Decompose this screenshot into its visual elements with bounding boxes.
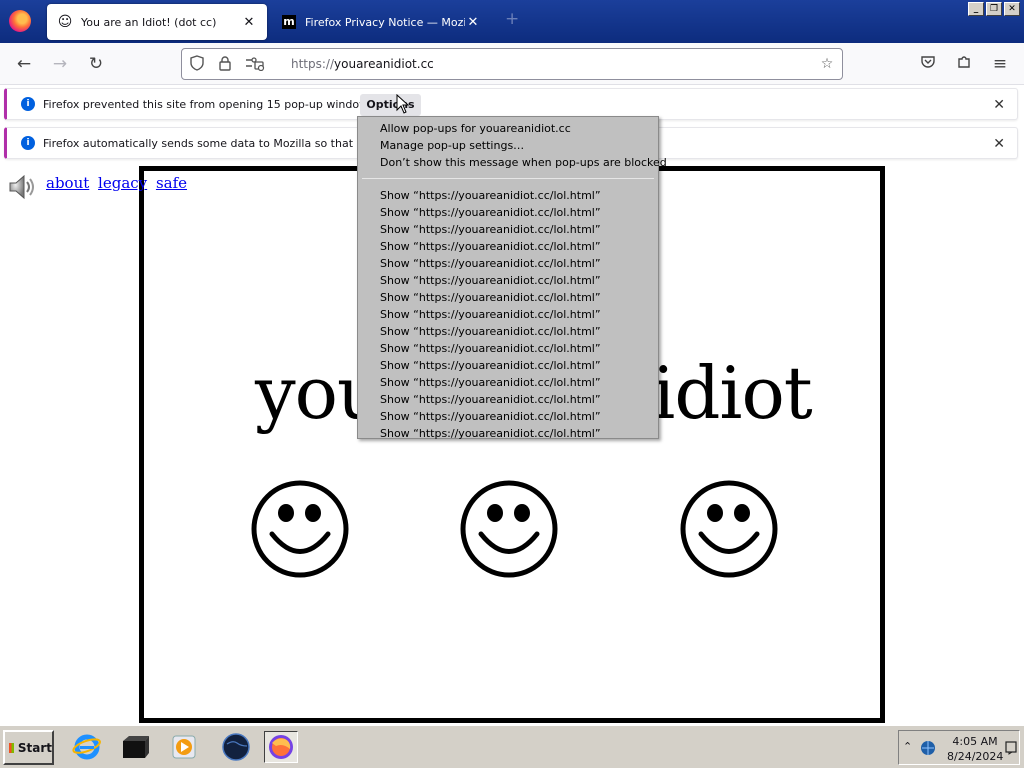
- dont-show-message-item[interactable]: Don’t show this message when pop-ups are…: [358, 154, 667, 171]
- new-tab-button[interactable]: +: [505, 11, 519, 28]
- tab-title: You are an Idiot! (dot cc): [81, 15, 217, 29]
- address-bar[interactable]: https://youareanidiot.cc ☆: [181, 48, 843, 80]
- show-popup-item[interactable]: Show “https://youareanidiot.cc/lol.html”: [358, 187, 658, 204]
- internet-explorer-icon[interactable]: [70, 731, 104, 763]
- show-popup-item[interactable]: Show “https://youareanidiot.cc/lol.html”: [358, 306, 658, 323]
- mozilla-m-icon: m: [282, 15, 296, 29]
- close-window-button[interactable]: ✕: [1004, 2, 1020, 16]
- smiley-face-icon: [251, 480, 349, 578]
- show-popup-item[interactable]: Show “https://youareanidiot.cc/lol.html”: [358, 289, 658, 306]
- clock-time: 4:05 AM: [952, 735, 998, 748]
- options-button[interactable]: Options: [360, 94, 421, 116]
- notification-icon[interactable]: [1005, 741, 1017, 755]
- bookmark-star-icon[interactable]: ☆: [818, 55, 836, 73]
- show-popup-item[interactable]: Show “https://youareanidiot.cc/lol.html”: [358, 391, 658, 408]
- clock[interactable]: 4:05 AM 8/24/2024: [947, 734, 1003, 764]
- network-icon[interactable]: [919, 739, 937, 757]
- safe-link[interactable]: safe: [156, 174, 187, 192]
- show-popup-item[interactable]: Show “https://youareanidiot.cc/lol.html”: [358, 408, 658, 425]
- taskbar: Start ⌃ 4:05 AM 8/24/2024: [0, 725, 1024, 768]
- legacy-link[interactable]: legacy: [98, 174, 147, 192]
- reload-icon[interactable]: ↻: [86, 54, 106, 74]
- popup-options-menu: Allow pop-ups for youareanidiot.cc Manag…: [357, 116, 667, 442]
- about-link[interactable]: about: [46, 174, 89, 192]
- desktop-screen: ☺ You are an Idiot! (dot cc) ✕ m Firefox…: [0, 0, 1024, 768]
- tracking-shield-icon[interactable]: [188, 55, 206, 73]
- show-popup-item[interactable]: Show “https://youareanidiot.cc/lol.html”: [358, 272, 658, 289]
- smiley-face-icon: ☺: [57, 14, 73, 30]
- close-notification-icon[interactable]: ✕: [993, 97, 1005, 113]
- speaker-icon[interactable]: [6, 171, 38, 203]
- show-popup-item[interactable]: Show “https://youareanidiot.cc/lol.html”: [358, 238, 658, 255]
- mouse-cursor-icon: [396, 94, 410, 114]
- manage-popup-settings-item[interactable]: Manage pop-up settings…: [358, 137, 658, 154]
- start-label: Start: [17, 740, 52, 755]
- media-player-icon[interactable]: [167, 731, 201, 763]
- close-notification-icon[interactable]: ✕: [993, 136, 1005, 152]
- firefox-menu-icon[interactable]: [9, 10, 31, 32]
- tab-strip: ☺ You are an Idiot! (dot cc) ✕ m Firefox…: [0, 0, 1024, 43]
- permissions-icon[interactable]: [244, 55, 266, 73]
- show-popup-item[interactable]: Show “https://youareanidiot.cc/lol.html”: [358, 204, 658, 221]
- url-text: https://youareanidiot.cc: [291, 57, 434, 71]
- close-tab-icon[interactable]: ✕: [465, 15, 481, 30]
- lock-icon[interactable]: [216, 55, 234, 73]
- system-tray: ⌃ 4:05 AM 8/24/2024: [898, 730, 1020, 765]
- menu-separator: [362, 178, 654, 179]
- clock-date: 8/24/2024: [947, 750, 1004, 763]
- smiley-face-icon: [460, 480, 558, 578]
- hamburger-menu-icon[interactable]: ≡: [990, 54, 1010, 74]
- allow-popups-item[interactable]: Allow pop-ups for youareanidiot.cc: [358, 120, 658, 137]
- tab-privacy-notice[interactable]: m Firefox Privacy Notice — Mozilla ✕: [271, 4, 491, 40]
- navigation-toolbar: ← → ↻ https://youareanidiot.cc ☆ ≡: [0, 43, 1024, 85]
- firefox-taskbar-icon[interactable]: [264, 731, 298, 763]
- back-arrow-icon[interactable]: ←: [14, 54, 34, 74]
- tab-you-are-an-idiot[interactable]: ☺ You are an Idiot! (dot cc) ✕: [47, 4, 267, 40]
- close-tab-icon[interactable]: ✕: [241, 15, 257, 30]
- minimize-button[interactable]: _: [968, 2, 984, 16]
- show-popup-item[interactable]: Show “https://youareanidiot.cc/lol.html”: [358, 425, 658, 442]
- extensions-puzzle-icon[interactable]: [954, 54, 974, 74]
- info-icon: i: [21, 97, 35, 111]
- tab-title: Firefox Privacy Notice — Mozilla: [305, 15, 465, 29]
- show-popup-item[interactable]: Show “https://youareanidiot.cc/lol.html”: [358, 374, 658, 391]
- show-hidden-icons-icon[interactable]: ⌃: [903, 740, 912, 753]
- forward-arrow-icon[interactable]: →: [50, 54, 70, 74]
- window-controls: _ ❐ ✕: [968, 2, 1020, 16]
- show-popup-item[interactable]: Show “https://youareanidiot.cc/lol.html”: [358, 221, 658, 238]
- terminal-box-icon[interactable]: [118, 731, 152, 763]
- show-popup-item[interactable]: Show “https://youareanidiot.cc/lol.html”: [358, 323, 658, 340]
- smiley-face-icon: [680, 480, 778, 578]
- page-links: about legacy safe: [46, 174, 191, 192]
- info-icon: i: [21, 136, 35, 150]
- show-popup-item[interactable]: Show “https://youareanidiot.cc/lol.html”: [358, 357, 658, 374]
- start-button[interactable]: Start: [3, 730, 54, 765]
- notification-message: Firefox prevented this site from opening…: [43, 97, 378, 111]
- show-popup-item[interactable]: Show “https://youareanidiot.cc/lol.html”: [358, 255, 658, 272]
- pocket-icon[interactable]: [918, 54, 938, 74]
- show-popup-item[interactable]: Show “https://youareanidiot.cc/lol.html”: [358, 340, 658, 357]
- windows-flag-icon: [9, 742, 14, 753]
- globe-icon[interactable]: [219, 731, 253, 763]
- maximize-button[interactable]: ❐: [986, 2, 1002, 16]
